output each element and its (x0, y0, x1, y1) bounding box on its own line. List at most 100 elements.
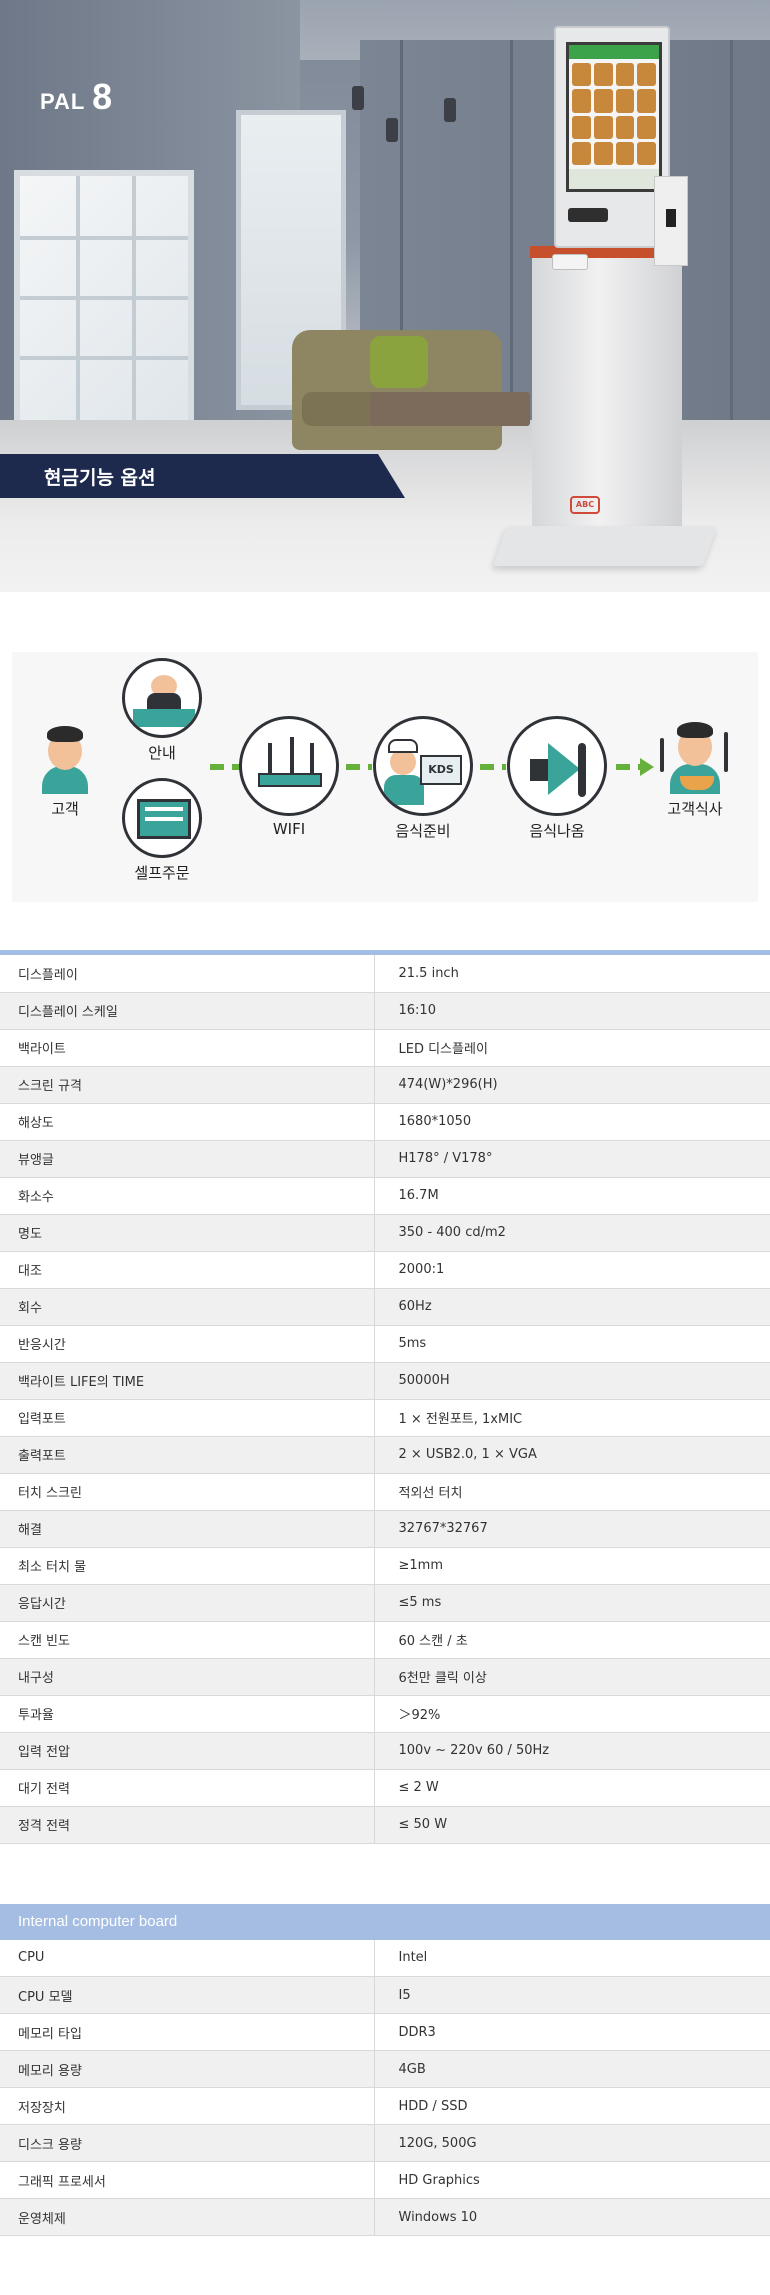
footer-gap (0, 2236, 770, 2268)
spec-key: 운영체제 (0, 2198, 375, 2236)
receipt-tray (552, 254, 588, 270)
spec-key: 입력포트 (0, 1399, 375, 1437)
kiosk-head (554, 26, 670, 248)
spec-key: 저장장치 (0, 2087, 375, 2125)
board-section: Internal computer board CPU Intel CPU 모델 I5… (0, 1903, 770, 2236)
sign-text: PAL (40, 89, 85, 114)
node-customer-meal: 고객식사 (650, 718, 740, 819)
spec-key: 대조 (0, 1251, 375, 1289)
spec-key: 백라이트 LIFE의 TIME (0, 1362, 375, 1400)
spec-value: 6천만 클릭 이상 (374, 1658, 770, 1696)
table-row: 메모리 용량 4GB (0, 2050, 770, 2088)
kds-screen: KDS (420, 755, 462, 785)
banner-title: 현금기능 옵션 (44, 467, 156, 489)
table-row: 입력 전압 100v ~ 220v 60 / 50Hz (0, 1732, 770, 1770)
spec-value: 474(W)*296(H) (374, 1066, 770, 1104)
spec-value: HD Graphics (374, 2161, 770, 2199)
spec-key: 최소 터치 물 (0, 1547, 375, 1585)
spec-value: 5ms (374, 1325, 770, 1363)
cash-module (654, 176, 688, 266)
table-row: CPU Intel (0, 1939, 770, 1977)
label-customer-meal: 고객식사 (667, 800, 723, 818)
table-row: 투과율 ＞92% (0, 1695, 770, 1733)
spec-key: 정격 전력 (0, 1806, 375, 1844)
table-row: 화소수 16.7M (0, 1177, 770, 1215)
spec-value: 1680*1050 (374, 1103, 770, 1141)
spec-value: 2 × USB2.0, 1 × VGA (374, 1436, 770, 1474)
spec-key: 응답시간 (0, 1584, 375, 1622)
guide-desk-icon (122, 658, 202, 738)
table-row: 명도 350 - 400 cd/m2 (0, 1214, 770, 1252)
table-row: 대기 전력 ≤ 2 W (0, 1769, 770, 1807)
spec-key: 스크린 규격 (0, 1066, 375, 1104)
spec-value: 32767*32767 (374, 1510, 770, 1548)
table-row: 메모리 타입 DDR3 (0, 2013, 770, 2051)
spec-key: 회수 (0, 1288, 375, 1326)
spec-key: 대기 전력 (0, 1769, 375, 1807)
spec-value: ≤ 50 W (374, 1806, 770, 1844)
board-title: Internal computer board (0, 1903, 770, 1940)
table-row: 대조 2000:1 (0, 1251, 770, 1289)
spec-key: CPU (0, 1939, 375, 1977)
spec-key: 명도 (0, 1214, 375, 1252)
spec-key: 반응시간 (0, 1325, 375, 1363)
self-order-screen-icon (122, 778, 202, 858)
wall-sign: PAL 8 (40, 76, 113, 118)
spec-value: 350 - 400 cd/m2 (374, 1214, 770, 1252)
spec-key: 해상도 (0, 1103, 375, 1141)
spec-value: HDD / SSD (374, 2087, 770, 2125)
spec-key: 디스플레이 (0, 955, 375, 993)
customer-icon (30, 722, 100, 794)
table-row: 최소 터치 물 ≥1mm (0, 1547, 770, 1585)
window (14, 170, 194, 440)
label-self-order: 셀프주문 (134, 864, 190, 882)
node-food-out: 음식나옴 (502, 716, 612, 841)
kiosk-screen (566, 42, 662, 192)
spec-value: 적외선 터치 (374, 1473, 770, 1511)
spec-value: LED 디스플레이 (374, 1029, 770, 1067)
table-row: 회수 60Hz (0, 1288, 770, 1326)
banner-ribbon: 현금기능 옵션 (0, 454, 405, 498)
table-row: 스크린 규격 474(W)*296(H) (0, 1066, 770, 1104)
spec-value: Windows 10 (374, 2198, 770, 2236)
table-row: 뷰앵글 H178° / V178° (0, 1140, 770, 1178)
table-row: 내구성 6천만 클릭 이상 (0, 1658, 770, 1696)
table-row: 디스플레이 스케일 16:10 (0, 992, 770, 1030)
chef-kds-icon: KDS (373, 716, 473, 816)
table-row: 반응시간 5ms (0, 1325, 770, 1363)
spec-key: 투과율 (0, 1695, 375, 1733)
receipt-printer (568, 208, 608, 222)
megaphone-icon (507, 716, 607, 816)
process-flow: 고객 안내 셀프주문 WIFI KDS 음식준비 음식나옴 고객식사 (0, 592, 770, 950)
table-row: 그래픽 프로세서 HD Graphics (0, 2161, 770, 2199)
spec-key: 백라이트 (0, 1029, 375, 1067)
spec-key: 디스플레이 스케일 (0, 992, 375, 1030)
spec-key: 스캔 빈도 (0, 1621, 375, 1659)
spec-key: 화소수 (0, 1177, 375, 1215)
customer-eating-icon (650, 718, 740, 794)
spec-key: 입력 전압 (0, 1732, 375, 1770)
wall-lamp-icon (352, 86, 364, 110)
label-customer: 고객 (51, 800, 79, 818)
spec-value: 100v ~ 220v 60 / 50Hz (374, 1732, 770, 1770)
spec-key: 그래픽 프로세서 (0, 2161, 375, 2199)
table-row: 해결 32767*32767 (0, 1510, 770, 1548)
spec-key: 터치 스크린 (0, 1473, 375, 1511)
table-row: 해상도 1680*1050 (0, 1103, 770, 1141)
product-detail-page: PAL 8 ABC 현금기능 옵션 고객 안내 셀프주문 WIFI KDS 음식… (0, 0, 770, 2268)
table-row: 백라이트 LIFE의 TIME 50000H (0, 1362, 770, 1400)
spec-key: CPU 모델 (0, 1976, 375, 2014)
node-self-order: 셀프주문 (120, 778, 204, 883)
spec-value: 1 × 전원포트, 1xMIC (374, 1399, 770, 1437)
spec-key: 해결 (0, 1510, 375, 1548)
table-row: 운영체제 Windows 10 (0, 2198, 770, 2236)
spec-value: H178° / V178° (374, 1140, 770, 1178)
spec-section: 디스플레이 21.5 inch 디스플레이 스케일 16:10 백라이트 LED 디스플레… (0, 950, 770, 1844)
spec-value: Intel (374, 1939, 770, 1977)
spec-value: 16.7M (374, 1177, 770, 1215)
label-guide: 안내 (148, 744, 176, 762)
spec-value: 21.5 inch (374, 955, 770, 993)
table-row: CPU 모델 I5 (0, 1976, 770, 2014)
spec-value: I5 (374, 1976, 770, 2014)
